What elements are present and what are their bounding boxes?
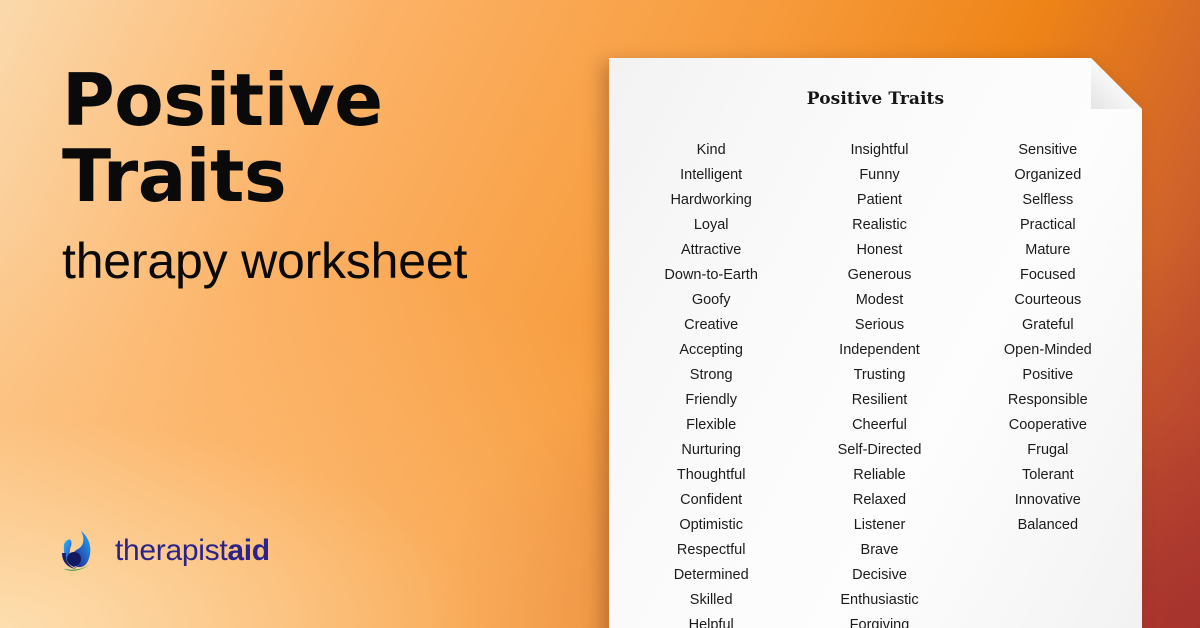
- promo-banner: Positive Traits therapy worksheet therap…: [0, 0, 1200, 628]
- trait-item: Insightful: [850, 142, 909, 158]
- trait-item: Generous: [847, 267, 912, 283]
- trait-item: Open-Minded: [1003, 342, 1092, 358]
- brand-logo[interactable]: therapistaid: [60, 528, 270, 574]
- page-subtitle: therapy worksheet: [62, 233, 468, 289]
- brand-wordmark-bold: aid: [227, 534, 270, 567]
- trait-item: Cooperative: [1008, 417, 1087, 433]
- trait-item: Enthusiastic: [840, 592, 919, 608]
- trait-item: Sensitive: [1018, 142, 1078, 158]
- trait-item: Tolerant: [1022, 467, 1074, 483]
- worksheet-page: Positive Traits Kind Intelligent Hardworki…: [609, 58, 1142, 628]
- trait-item: Frugal: [1027, 442, 1069, 458]
- trait-item: Accepting: [679, 342, 743, 358]
- trait-item: Honest: [856, 242, 903, 258]
- trait-column-3: Sensitive Organized Selfless Practical Matur…: [964, 138, 1132, 628]
- trait-item: Goofy: [691, 292, 731, 308]
- trait-item: Cheerful: [852, 417, 907, 433]
- trait-item: Resilient: [851, 392, 908, 408]
- trait-item: Hardworking: [670, 192, 752, 208]
- trait-item: Self-Directed: [837, 442, 922, 458]
- trait-item: Positive: [1022, 367, 1074, 383]
- trait-item: Optimistic: [679, 517, 743, 533]
- trait-item: Reliable: [853, 467, 906, 483]
- trait-item: Kind: [696, 142, 726, 158]
- trait-item: Realistic: [852, 217, 907, 233]
- trait-item: Modest: [855, 292, 904, 308]
- trait-item: Balanced: [1017, 517, 1079, 533]
- trait-column-2: Insightful Funny Patient Realistic Honest Gen…: [795, 138, 963, 628]
- trait-item: Strong: [689, 367, 733, 383]
- trait-item: Courteous: [1014, 292, 1082, 308]
- trait-item: Attractive: [680, 242, 742, 258]
- trait-item: Respectful: [676, 542, 746, 558]
- trait-item: Brave: [860, 542, 899, 558]
- trait-item: Skilled: [689, 592, 733, 608]
- trait-item: Innovative: [1014, 492, 1081, 508]
- trait-item: Confident: [680, 492, 743, 508]
- trait-item: Organized: [1014, 167, 1082, 183]
- trait-item: Responsible: [1007, 392, 1088, 408]
- page-fold-corner: [1091, 58, 1142, 109]
- trait-item: Selfless: [1022, 192, 1074, 208]
- trait-item: Creative: [684, 317, 739, 333]
- trait-item: Trusting: [853, 367, 906, 383]
- trait-item: Helpful: [688, 617, 734, 628]
- page-title: Positive Traits: [62, 58, 383, 218]
- trait-item: Focused: [1020, 267, 1076, 283]
- trait-item: Loyal: [693, 217, 729, 233]
- trait-item: Flexible: [686, 417, 737, 433]
- trait-item: Intelligent: [680, 167, 743, 183]
- trait-item: Down-to-Earth: [664, 267, 758, 283]
- trait-item: Friendly: [685, 392, 737, 408]
- trait-item: Decisive: [852, 567, 907, 583]
- therapist-aid-butterfly-icon: [62, 531, 93, 571]
- trait-item: Nurturing: [681, 442, 741, 458]
- worksheet-title: Positive Traits: [806, 89, 945, 109]
- trait-item: Practical: [1020, 217, 1076, 233]
- worksheet-preview[interactable]: Positive Traits Kind Intelligent Hardworki…: [609, 58, 1142, 628]
- trait-item: Serious: [854, 317, 905, 333]
- trait-item: Thoughtful: [676, 467, 746, 483]
- trait-item: Determined: [673, 567, 749, 583]
- trait-columns: Kind Intelligent Hardworking Loyal Attractiv…: [619, 138, 1138, 628]
- trait-item: Grateful: [1022, 317, 1074, 333]
- trait-item: Mature: [1025, 242, 1071, 258]
- trait-item: Independent: [839, 342, 920, 358]
- trait-item: Relaxed: [852, 492, 907, 508]
- hero-text-block: Positive Traits therapy worksheet: [62, 62, 582, 288]
- brand-wordmark-regular: therapist: [115, 534, 228, 567]
- trait-column-1: Kind Intelligent Hardworking Loyal Attractiv…: [627, 138, 795, 628]
- trait-item: Forgiving: [849, 617, 910, 628]
- trait-item: Funny: [859, 167, 900, 183]
- trait-item: Listener: [853, 517, 906, 533]
- brand-wordmark: therapistaid: [115, 536, 270, 566]
- trait-item: Patient: [856, 192, 903, 208]
